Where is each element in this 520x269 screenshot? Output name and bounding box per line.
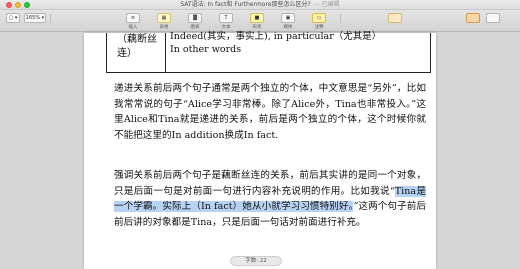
text-box-icon[interactable]: T [219,13,233,23]
zoom-select[interactable]: 165% ▾ [24,13,46,23]
table-cell-line: In other words [170,44,242,55]
document-edited-status: — 已编辑 [313,1,340,8]
title-bar: SAT语法: In fact和 Furthermore那些怎么区分? — 已编辑 [0,0,520,10]
paragraph-emphasis-relation[interactable]: 强调关系前后两个句子是藕断丝连的关系，前后其实讲的是同一个对象，只是后面一句是对… [114,168,426,230]
format-brush-icon[interactable] [466,13,480,23]
document-title: SAT语法: In fact和 Furthermore那些怎么区分? — 已编辑 [0,1,520,9]
comment-icon[interactable]: ▭ [312,13,326,23]
transition-table-fragment: （藕断丝连） Indeed(其实，事实上), in particular（尤其是… [106,30,431,73]
table-column-divider [165,33,166,73]
media-icon[interactable]: ▣ [281,13,295,23]
insert-label: 插入 [128,25,138,30]
table-cell-category: （藕断丝连） [117,34,157,59]
chart-icon[interactable]: ▓ [188,13,202,23]
document-page[interactable]: （藕断丝连） Indeed(其实，事实上), in particular（尤其是… [84,30,436,269]
document-panel-icon[interactable] [486,13,500,23]
shape-icon[interactable]: ■ [250,13,264,23]
view-menu-button[interactable]: ▢ ▾ [6,13,20,23]
toolbar: ▢ ▾ 165% ▾ ≡ 插入 ▦ 表格 ▓ 图表 T 文本 ■ 形状 ▣ 媒体… [0,10,520,32]
toolbar-divider [340,14,341,23]
table-cell-examples: Indeed(其实，事实上), in particular（尤其是） In ot… [170,30,430,56]
collaborate-icon[interactable] [388,13,402,23]
paragraph-progressive-relation[interactable]: 递进关系前后两个句子通常是两个独立的个体，中文意思是“另外”，比如我常常说的句子… [114,81,426,143]
paragraph-text: 强调关系前后两个句子是藕断丝连的关系，前后其实讲的是同一个对象，只是后面一句是对… [114,170,426,197]
document-title-text: SAT语法: In fact和 Furthermore那些怎么区分? [180,1,311,8]
table-cell-line: Indeed(其实，事实上), in particular（尤其是） [170,31,382,42]
insert-icon[interactable]: ≡ [126,13,140,23]
word-count-indicator: 字数: 22 [230,256,282,266]
table-icon[interactable]: ▦ [157,13,171,23]
toolbar-divider [50,14,51,23]
